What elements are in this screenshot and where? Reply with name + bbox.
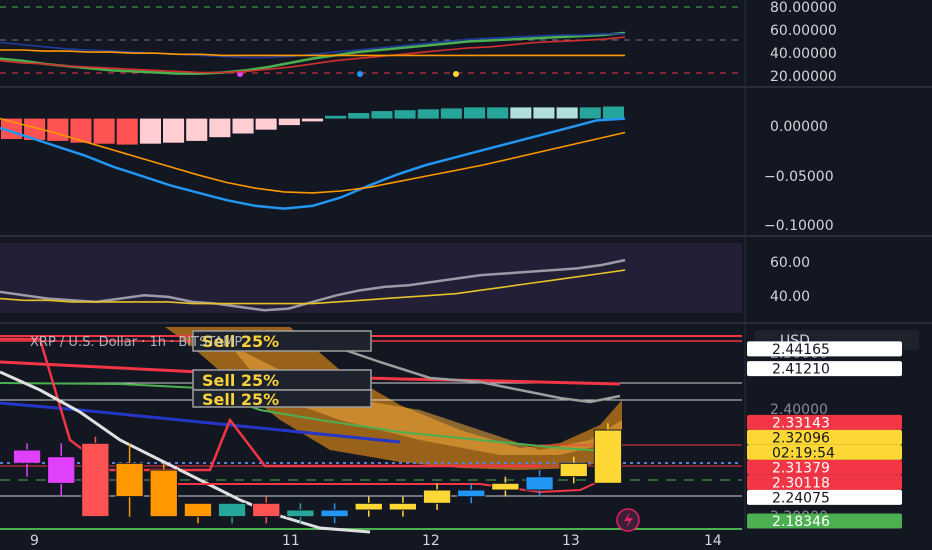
price-tag-label: 2.33143 xyxy=(772,415,830,431)
macd-histogram-bar xyxy=(232,118,254,134)
time-tick-label: 14 xyxy=(704,533,722,549)
macd-histogram-bar xyxy=(301,118,323,122)
symbol-title[interactable]: XRP / U.S. Dollar · 1h · BITSTAMP xyxy=(30,335,242,350)
macd-histogram-bar xyxy=(278,118,300,126)
rsi-signal-dot xyxy=(453,71,459,77)
sell-annotation-label: Sell 25% xyxy=(202,390,279,409)
macd-histogram-bar xyxy=(209,118,231,138)
candle-body xyxy=(286,509,315,518)
candle-body xyxy=(12,449,42,464)
price-tag-label: 2.32096 xyxy=(772,430,830,446)
candle-body xyxy=(388,502,418,511)
candle-body xyxy=(252,502,281,518)
macd-histogram-bar xyxy=(93,118,115,144)
sell-annotation[interactable]: Sell 25% xyxy=(192,389,372,409)
replay-icon[interactable] xyxy=(616,508,640,532)
candle-body xyxy=(217,502,247,518)
candle-body xyxy=(47,456,76,484)
macd-histogram-bar xyxy=(255,118,277,130)
macd-histogram-bar xyxy=(348,113,370,119)
macd-histogram-bar xyxy=(417,109,439,119)
macd-tick-label: −0.05000 xyxy=(764,169,834,185)
price-tag-label: 2.41210 xyxy=(772,362,830,378)
macd-histogram-bar xyxy=(533,107,555,119)
price-tag-label: 2.18346 xyxy=(772,514,830,530)
candle-body xyxy=(81,442,110,518)
rsi-tick-label: 80.00000 xyxy=(770,0,837,16)
price-tag-label: 2.44165 xyxy=(772,342,830,358)
stoch-tick-label: 40.00 xyxy=(770,289,810,305)
macd-tick-label: −0.10000 xyxy=(764,218,834,234)
candle-body xyxy=(491,482,520,491)
macd-histogram-bar xyxy=(487,107,509,119)
macd-histogram-bar xyxy=(602,106,624,119)
sell-annotation-label: Sell 25% xyxy=(202,371,279,390)
candle-body xyxy=(354,502,383,511)
macd-histogram-bar xyxy=(556,107,578,119)
macd-histogram-bar xyxy=(116,118,138,145)
macd-histogram-bar xyxy=(325,115,347,119)
time-tick-label: 11 xyxy=(282,533,300,549)
macd-histogram-bar xyxy=(579,107,601,119)
macd-histogram-bar xyxy=(139,118,161,144)
candle-body xyxy=(457,489,486,498)
macd-histogram-bar xyxy=(440,108,462,119)
time-tick-label: 12 xyxy=(422,533,440,549)
candle-body xyxy=(593,429,623,484)
price-tag-label: 02:19:54 xyxy=(772,445,835,461)
candle-body xyxy=(183,502,213,518)
candle-body xyxy=(559,462,588,478)
macd-histogram-bar xyxy=(163,118,185,143)
macd-histogram-bar xyxy=(464,107,486,119)
macd-histogram-bar xyxy=(186,118,208,141)
candle-body xyxy=(149,469,178,518)
macd-histogram-bar xyxy=(371,111,393,119)
candle-body xyxy=(525,476,554,491)
time-tick-label: 13 xyxy=(562,533,580,549)
sell-annotation[interactable]: Sell 25% xyxy=(192,369,372,391)
macd-histogram-bar xyxy=(510,107,532,119)
trading-chart[interactable]: 80.00000 60.00000 40.00000 20.00000 0.00… xyxy=(0,0,932,550)
candle-body xyxy=(422,489,452,504)
stoch-tick-label: 60.00 xyxy=(770,255,810,271)
rsi-tick-label: 60.00000 xyxy=(770,23,837,39)
macd-histogram-bar xyxy=(47,118,69,141)
candle-body xyxy=(115,462,144,498)
candle-body xyxy=(320,509,349,518)
rsi-tick-label: 20.00000 xyxy=(770,69,837,85)
price-tags-group: 2.44165 2.41210 2.331432.3209602:19:542.31… xyxy=(747,341,902,530)
rsi-signal-dot xyxy=(357,71,363,77)
price-tag-label: 2.30118 xyxy=(772,475,830,491)
price-tag-label: 2.31379 xyxy=(772,460,830,476)
macd-tick-label: 0.00000 xyxy=(770,119,828,135)
time-tick-label: 9 xyxy=(30,533,39,549)
price-tag-label: 2.24075 xyxy=(772,490,830,506)
macd-histogram-bar xyxy=(394,110,416,119)
rsi-tick-label: 40.00000 xyxy=(770,46,837,62)
